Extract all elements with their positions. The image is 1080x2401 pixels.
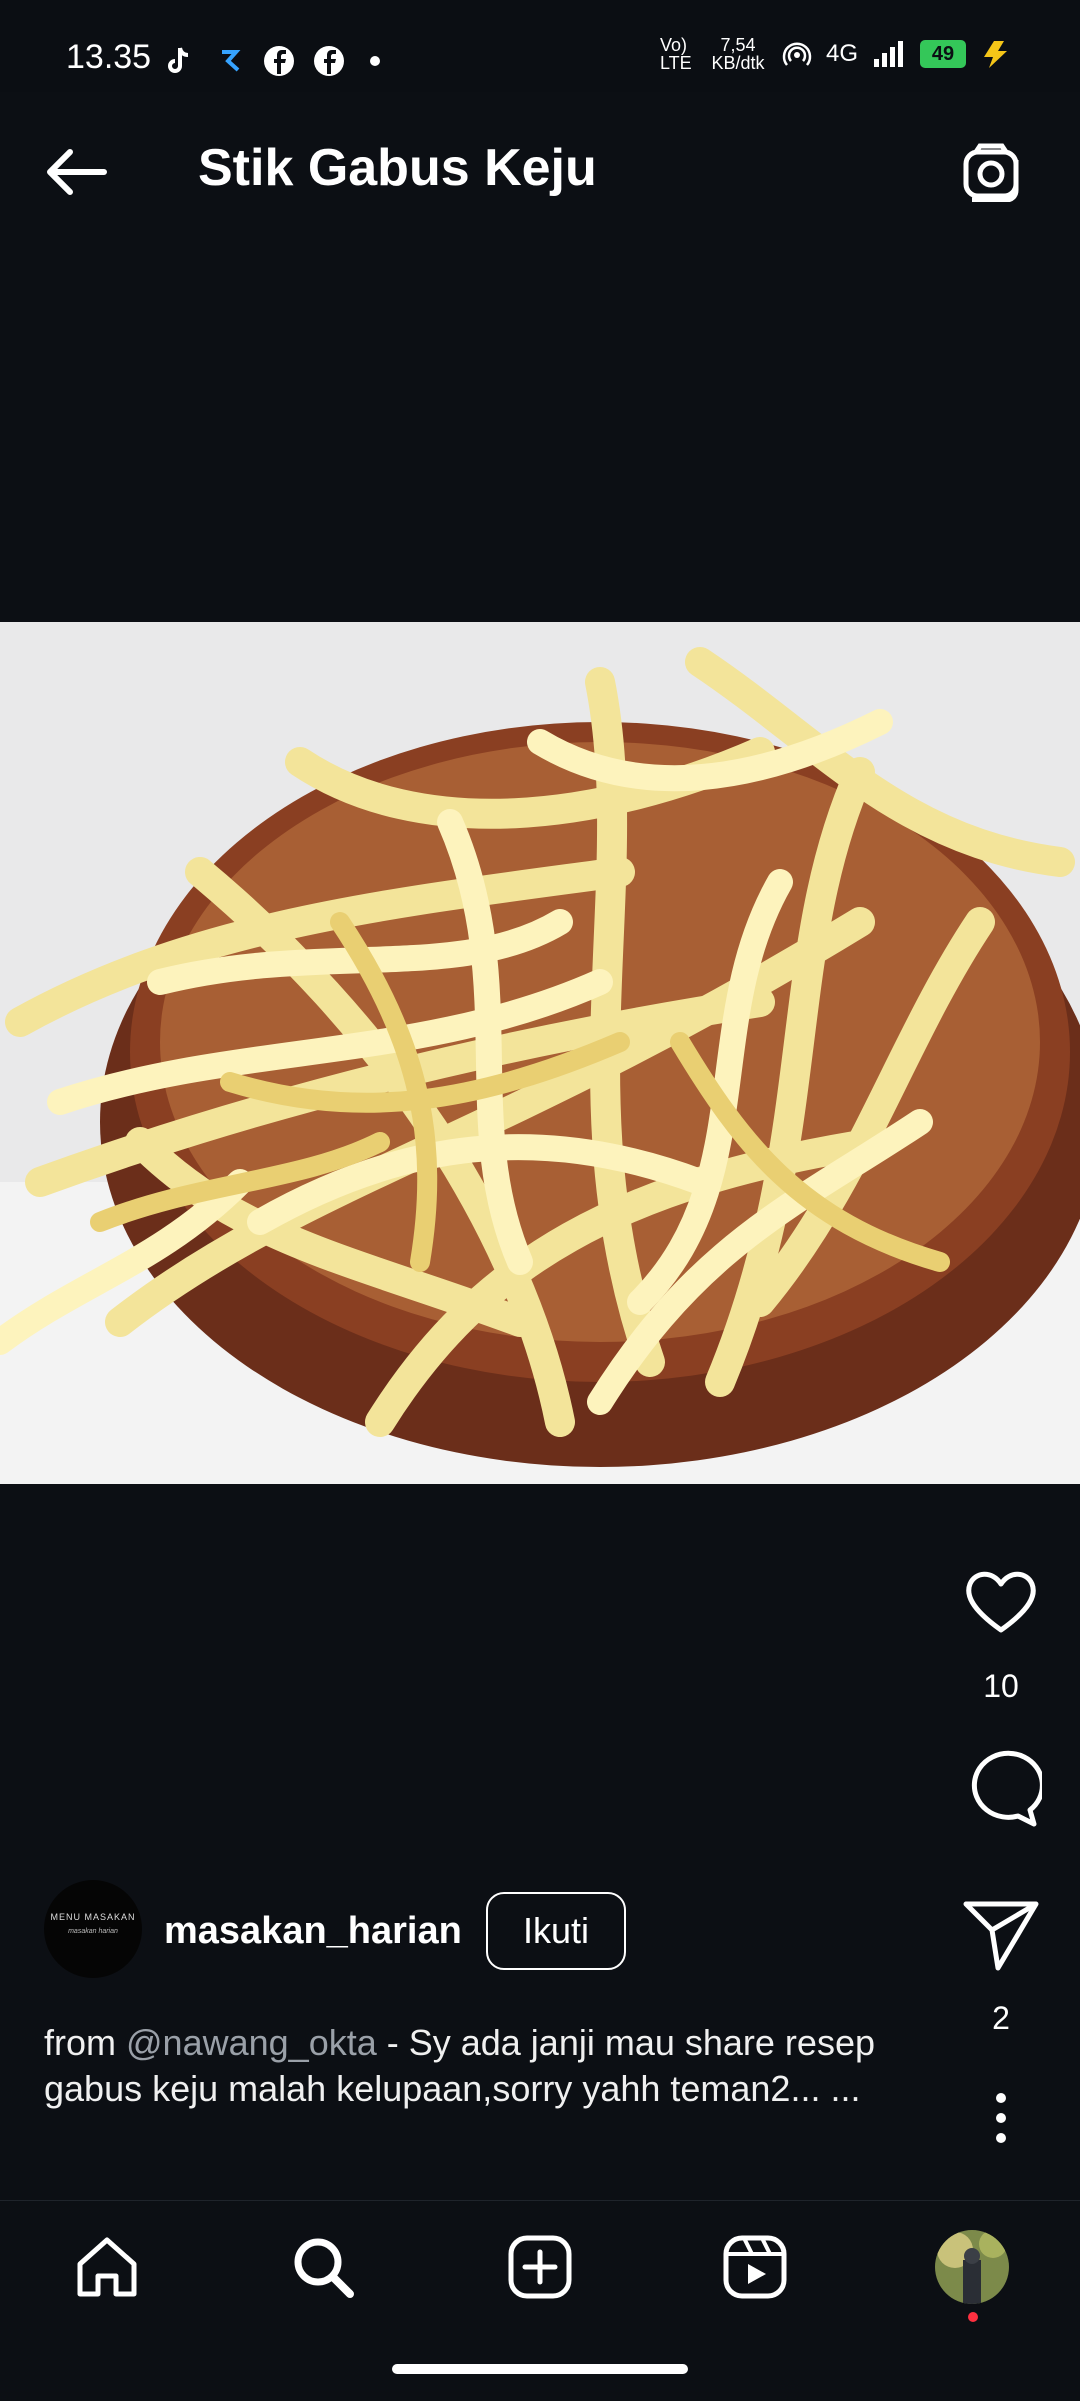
- camera-icon[interactable]: [960, 142, 1026, 202]
- network-type: 4G: [825, 40, 858, 67]
- page-title: Stik Gabus Keju: [198, 139, 597, 197]
- more-options-icon[interactable]: [960, 2080, 1042, 2162]
- battery-indicator: 49: [920, 40, 966, 68]
- search-icon[interactable]: [288, 2232, 358, 2302]
- home-icon[interactable]: [72, 2232, 142, 2302]
- cheese-sticks-image: [0, 622, 1080, 1484]
- profile-avatar[interactable]: [935, 2230, 1009, 2304]
- net-speed: 7,54 KB/dtk: [711, 35, 765, 73]
- tiktok-icon: [168, 47, 189, 73]
- facebook-icon: [264, 46, 294, 76]
- app-notification-icon: [222, 50, 241, 72]
- avatar-logo-text: MENU MASAKAN: [50, 1912, 136, 1922]
- caption-prefix: from: [44, 2022, 127, 2063]
- hotspot-icon: [782, 42, 812, 66]
- volte-label: Vo) LTE: [659, 35, 692, 73]
- signal-icon: [874, 41, 903, 67]
- follow-button[interactable]: Ikuti: [486, 1892, 626, 1970]
- comment-icon[interactable]: [960, 1748, 1042, 1830]
- avatar-logo-subtext: masakan harian: [68, 1928, 118, 1935]
- status-right: Vo) LTE 7,54 KB/dtk 4G 49: [660, 36, 1020, 72]
- share-send-icon[interactable]: [960, 1894, 1042, 1976]
- create-post-icon[interactable]: [505, 2232, 575, 2302]
- share-count: 2: [992, 2000, 1010, 2036]
- like-heart-icon[interactable]: [960, 1560, 1042, 1642]
- back-arrow-icon[interactable]: [40, 142, 112, 202]
- charging-icon: [984, 41, 1007, 68]
- post-caption[interactable]: from @nawang_okta - Sy ada janji mau sha…: [44, 2020, 884, 2112]
- author-avatar[interactable]: MENU MASAKAN masakan harian: [44, 1880, 142, 1978]
- reels-icon[interactable]: [720, 2232, 790, 2302]
- author-username[interactable]: masakan_harian: [164, 1910, 462, 1953]
- more-notifications-dot: [370, 56, 380, 66]
- facebook-icon: [314, 46, 344, 76]
- caption-mention[interactable]: @nawang_okta: [126, 2022, 377, 2063]
- status-time: 13.35: [66, 38, 152, 76]
- caption-more[interactable]: ...: [830, 2068, 860, 2109]
- profile-notification-dot: [968, 2312, 978, 2322]
- home-gesture-indicator[interactable]: [392, 2364, 688, 2374]
- post-photo[interactable]: [0, 622, 1080, 1484]
- profile-photo: [935, 2230, 1009, 2304]
- like-count: 10: [983, 1668, 1019, 1704]
